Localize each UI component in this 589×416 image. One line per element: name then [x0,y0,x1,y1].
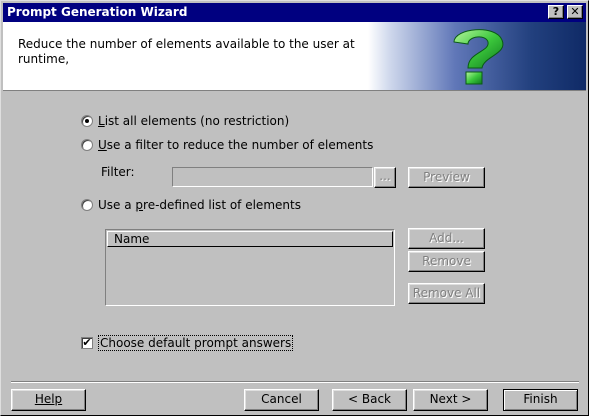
radio-predefined-list[interactable]: Use a pre-defined list of elements [81,196,301,214]
close-button[interactable]: ✕ [567,5,583,19]
context-help-button[interactable]: ? [548,5,564,19]
question-mark-icon [453,29,504,85]
finish-button[interactable]: Finish [503,389,578,411]
radio-list-all-indicator[interactable] [81,115,93,127]
column-header-name[interactable]: Name [107,231,393,247]
add-button[interactable]: Add... [408,228,485,249]
question-icon: ? [552,5,560,18]
default-answers-label: Choose default prompt answers [97,335,294,351]
window-title: Prompt Generation Wizard [7,5,188,19]
radio-predefined-list-label: Use a pre-defined list of elements [98,198,301,212]
radio-use-filter-label: Use a filter to reduce the number of ele… [98,138,374,152]
radio-list-all-label: List all elements (no restriction) [98,114,290,128]
help-button[interactable]: Help [11,389,86,411]
footer-separator [11,381,579,383]
browse-button[interactable]: ... [374,167,396,188]
close-icon: ✕ [570,5,580,18]
radio-use-filter[interactable]: Use a filter to reduce the number of ele… [81,136,373,154]
preview-button[interactable]: Preview [408,167,485,188]
next-button[interactable]: Next > [413,389,488,411]
filter-label: Filter: [101,165,135,179]
check-mark-icon: ✔ [82,336,92,349]
header-description: Reduce the number of elements available … [18,37,355,66]
help-button-label: Help [34,392,63,406]
wizard-window: Prompt Generation Wizard ? ✕ Reduce the … [0,0,589,416]
title-bar[interactable]: Prompt Generation Wizard ? ✕ [3,3,586,22]
remove-button[interactable]: Remove [408,251,485,272]
filter-input[interactable] [172,167,373,187]
cancel-button[interactable]: Cancel [244,389,319,411]
default-answers-checkbox[interactable]: ✔ [81,337,93,349]
radio-list-all[interactable]: List all elements (no restriction) [81,112,289,130]
default-answers-checkbox-row[interactable]: ✔ Choose default prompt answers [81,334,294,352]
back-button[interactable]: < Back [332,389,407,411]
radio-use-filter-indicator[interactable] [81,139,93,151]
header-band: Reduce the number of elements available … [3,22,586,91]
radio-predefined-list-indicator[interactable] [81,199,93,211]
elements-listbox[interactable]: Name [105,229,395,306]
remove-all-button[interactable]: Remove All [408,283,485,304]
wizard-banner-image [368,22,586,90]
